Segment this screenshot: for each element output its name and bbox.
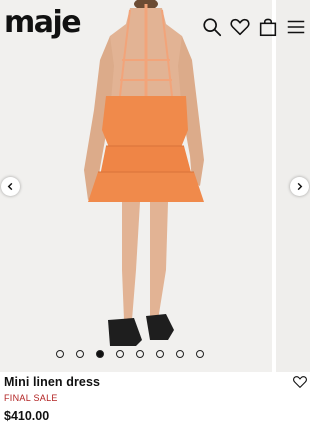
search-icon[interactable] (201, 16, 223, 38)
bag-icon[interactable] (257, 16, 279, 38)
carousel-dot[interactable] (156, 350, 164, 358)
carousel-dot[interactable] (96, 350, 104, 358)
brand-logo[interactable]: maje (4, 6, 82, 40)
carousel-pagination (56, 350, 216, 360)
product-image-gallery[interactable]: maje (0, 0, 310, 372)
heart-icon[interactable] (229, 16, 251, 38)
site-header: maje (0, 0, 310, 48)
final-sale-badge: FINAL SALE (4, 393, 58, 403)
previous-image-button[interactable] (1, 177, 20, 196)
model-dress-image (70, 0, 220, 360)
carousel-dot[interactable] (136, 350, 144, 358)
product-price: $410.00 (4, 409, 50, 423)
wishlist-heart-icon[interactable] (292, 374, 308, 390)
carousel-dot[interactable] (116, 350, 124, 358)
product-name[interactable]: Mini linen dress (4, 375, 100, 389)
carousel-dot[interactable] (176, 350, 184, 358)
menu-icon[interactable] (285, 16, 307, 38)
carousel-dot[interactable] (56, 350, 64, 358)
next-image-button[interactable] (290, 177, 309, 196)
chevron-left-icon (7, 182, 13, 191)
chevron-right-icon (297, 182, 303, 191)
carousel-dot[interactable] (76, 350, 84, 358)
carousel-dot[interactable] (196, 350, 204, 358)
